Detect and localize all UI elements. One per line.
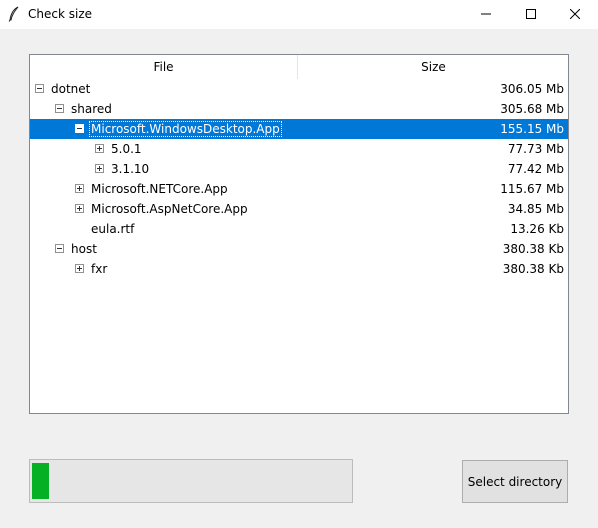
expand-icon[interactable] [95,164,104,173]
tree-row[interactable]: host 380.38 Kb [30,239,568,259]
tree-row[interactable]: Microsoft.AspNetCore.App 34.85 Mb [30,199,568,219]
tree-row-size: 77.73 Mb [507,142,564,156]
tree-row-size: 380.38 Kb [502,262,564,276]
tree-row-name: Microsoft.NETCore.App [91,182,228,196]
expand-icon[interactable] [95,144,104,153]
expand-icon[interactable] [75,204,84,213]
tree-row-size: 155.15 Mb [500,122,564,136]
tree-row-name: shared [71,102,112,116]
collapse-icon[interactable] [35,84,44,93]
progress-fill [32,463,49,499]
tree-row-name: 5.0.1 [111,142,142,156]
column-header-size[interactable]: Size [299,55,568,79]
maximize-icon [526,8,536,22]
close-button[interactable] [552,0,598,29]
select-directory-button[interactable]: Select directory [462,460,568,503]
tree-header: File Size [30,55,568,79]
close-icon [569,8,581,22]
tree-row-name: fxr [91,262,108,276]
maximize-button[interactable] [508,0,554,29]
window-title: Check size [28,7,92,21]
tree-row[interactable]: Microsoft.NETCore.App 115.67 Mb [30,179,568,199]
tree-row-size: 305.68 Mb [500,102,564,116]
title-bar: Check size [0,0,598,29]
tree-row[interactable]: 3.1.10 77.42 Mb [30,159,568,179]
collapse-icon[interactable] [55,244,64,253]
expand-icon[interactable] [75,184,84,193]
tree-row-size: 13.26 Kb [510,222,564,236]
tree-row[interactable]: eula.rtf 13.26 Kb [30,219,568,239]
minimize-button[interactable] [463,0,509,29]
tree-row-size: 77.42 Mb [507,162,564,176]
feather-icon [8,6,20,22]
tree-row-name: Microsoft.WindowsDesktop.App [89,121,282,137]
column-header-file[interactable]: File [30,55,298,79]
collapse-icon[interactable] [75,124,84,133]
progress-bar [29,459,353,503]
tree-row-size: 34.85 Mb [507,202,564,216]
tree-row[interactable]: shared 305.68 Mb [30,99,568,119]
tree-row[interactable]: fxr 380.38 Kb [30,259,568,279]
file-tree[interactable]: File Size dotnet 306.05 Mb shared 305.68… [29,54,569,414]
tree-row-name: eula.rtf [91,222,135,236]
tree-row-name: Microsoft.AspNetCore.App [91,202,248,216]
tree-row-selected[interactable]: Microsoft.WindowsDesktop.App 155.15 Mb [30,119,568,139]
collapse-icon[interactable] [55,104,64,113]
tree-row[interactable]: dotnet 306.05 Mb [30,79,568,99]
tree-row-size: 306.05 Mb [500,82,564,96]
tree-row-size: 115.67 Mb [500,182,564,196]
tree-row-size: 380.38 Kb [502,242,564,256]
tree-row-name: host [71,242,97,256]
tree-row[interactable]: 5.0.1 77.73 Mb [30,139,568,159]
tree-row-name: dotnet [51,82,91,96]
tree-row-name: 3.1.10 [111,162,150,176]
minimize-icon [481,8,491,22]
expand-icon[interactable] [75,264,84,273]
